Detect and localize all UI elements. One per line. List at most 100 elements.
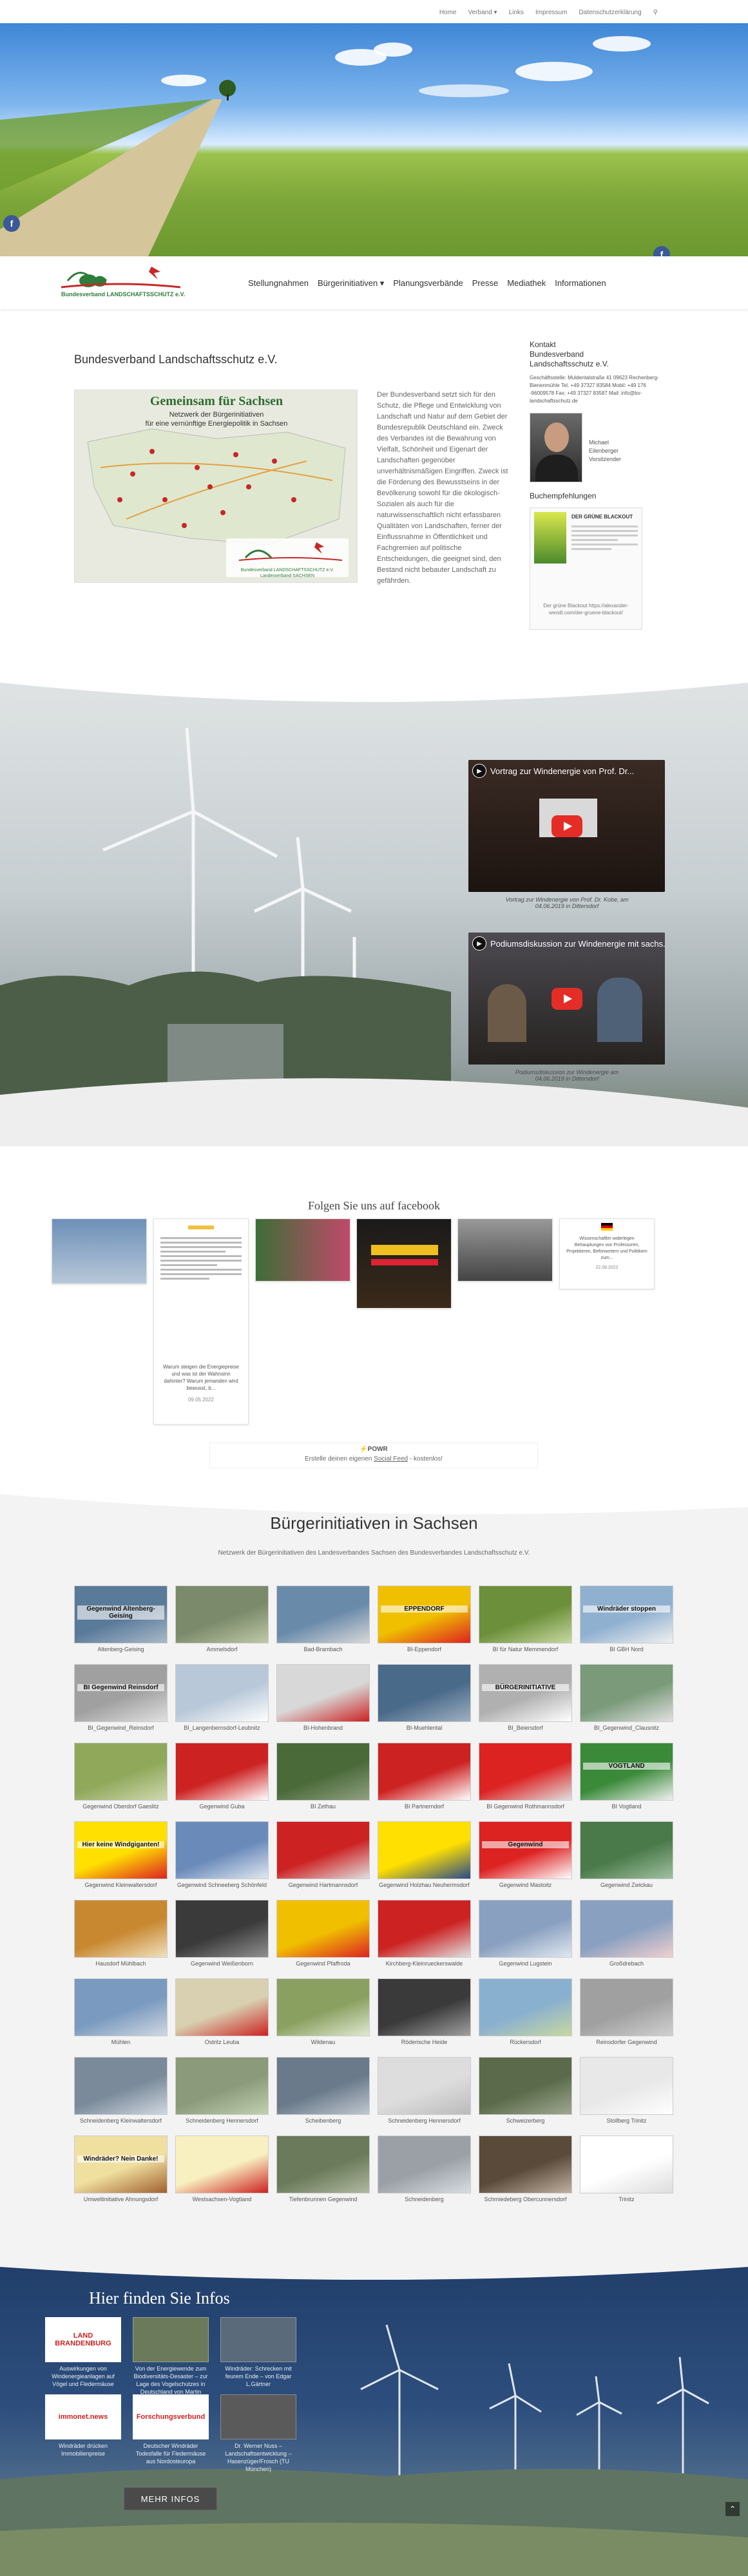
bi-caption[interactable]: Gegenwind Oberdorf Gaeslitz <box>82 1803 159 1810</box>
bi-caption[interactable]: Ammelsdorf <box>206 1646 237 1653</box>
search-icon[interactable]: ⚲ <box>653 9 658 16</box>
menu-informationen[interactable]: Informationen <box>555 278 606 289</box>
bi-card[interactable]: Reinsdorfer Gegenwind <box>580 1978 673 2050</box>
bi-card[interactable]: Röderische Heide <box>378 1978 471 2050</box>
bi-card[interactable]: Rückersdorf <box>479 1978 572 2050</box>
bi-card[interactable]: Wildenau <box>276 1978 370 2050</box>
bi-card[interactable]: BI Zethau <box>276 1743 370 1815</box>
powr-logo[interactable]: ⚡POWR <box>210 1446 537 1453</box>
mehr-infos-button[interactable]: MEHR INFOS <box>124 2487 217 2510</box>
bi-card[interactable]: Schneidenberg Hennersdorf <box>378 2057 471 2129</box>
bi-caption[interactable]: Reinsdorfer Gegenwind <box>596 2039 657 2045</box>
bi-caption[interactable]: Westsachsen-Vogtland <box>193 2196 252 2202</box>
bi-caption[interactable]: BI_Beiersdorf <box>508 1725 543 1731</box>
bi-caption[interactable]: Hausdorf Mühlbach <box>95 1960 146 1967</box>
info-item[interactable]: Forschungsverbund Deutscher Windräder Tod… <box>133 2394 209 2465</box>
bi-caption[interactable]: BI-Hohenbrand <box>303 1725 343 1731</box>
menu-mediathek[interactable]: Mediathek <box>507 278 546 289</box>
bi-card[interactable]: BI-Muehlental <box>378 1664 471 1736</box>
bi-caption[interactable]: BI Vogtland <box>611 1803 641 1810</box>
info-item[interactable]: LAND BRANDENBURG Auswirkungen von Windene… <box>45 2317 121 2388</box>
bi-caption[interactable]: Umweltinitiative Ahnungsdorf <box>84 2196 158 2202</box>
bi-card[interactable]: Windräder stoppen BI GBH Nord <box>580 1586 673 1658</box>
bi-caption[interactable]: Gegenwind Weißenborn <box>191 1960 253 1967</box>
bi-card[interactable]: Hier keine Windgiganten! Gegenwind Kleinw… <box>74 1821 168 1893</box>
bi-caption[interactable]: BI_Gegenwind_Reinsdorf <box>88 1725 154 1731</box>
scroll-top-button[interactable]: ⌃ <box>725 2502 740 2516</box>
topnav-impressum[interactable]: Impressum <box>535 9 567 16</box>
bi-caption[interactable]: BI_Gegenwind_Clausnitz <box>594 1725 659 1731</box>
bi-caption[interactable]: Gegenwind Kleinwaltersdorf <box>84 1882 157 1888</box>
bi-card[interactable]: BI Gegenwind Rothmannsdorf <box>479 1743 572 1815</box>
bi-caption[interactable]: Röderische Heide <box>401 2039 448 2045</box>
play-button-icon[interactable] <box>551 987 582 1010</box>
book-card[interactable]: DER GRÜNE BLACKOUT Der grüne Blackout ht… <box>530 507 642 630</box>
book-caption[interactable]: Der grüne Blackout https://alexander-wen… <box>534 602 638 616</box>
bi-card[interactable]: Windräder? Nein Danke! Umweltinitiative A… <box>74 2136 168 2208</box>
bi-caption[interactable]: Tiefenbrunnen Gegenwind <box>289 2196 358 2202</box>
bi-caption[interactable]: Gegenwind Mastoitz <box>499 1882 552 1888</box>
bi-card[interactable]: Gegenwind Hartmannsdorf <box>276 1821 370 1893</box>
bi-card[interactable]: VOGTLAND BI Vogtland <box>580 1743 673 1815</box>
bi-card[interactable]: BI-Hohenbrand <box>276 1664 370 1736</box>
bi-caption[interactable]: BI-Muehlental <box>407 1725 443 1731</box>
bi-card[interactable]: EPPENDORF BI-Eppendorf <box>378 1586 471 1658</box>
bi-card[interactable]: Gegenwind Pfaffroda <box>276 1900 370 1972</box>
info-item[interactable]: Von der Energiewende zum Biodiversitäts-… <box>133 2317 209 2403</box>
fb-post[interactable] <box>356 1218 452 1309</box>
video-player-1[interactable]: ▶ Vortrag zur Windenergie von Prof. Dr..… <box>468 760 665 892</box>
bi-caption[interactable]: BI GBH Nord <box>609 1646 644 1653</box>
bi-card[interactable]: Gegenwind Gegenwind Mastoitz <box>479 1821 572 1893</box>
video-player-2[interactable]: ▶ Podiumsdiskussion zur Windenergie mit … <box>468 933 665 1065</box>
menu-presse[interactable]: Presse <box>472 278 498 289</box>
bi-card[interactable]: Mühlen <box>74 1978 168 2050</box>
bi-caption[interactable]: Schmiedeberg Obercunnersdorf <box>484 2196 566 2202</box>
bi-card[interactable]: Schneidenberg Kleinwaltersdorf <box>74 2057 168 2129</box>
bi-card[interactable]: BI Partnerndorf <box>378 1743 471 1815</box>
bi-caption[interactable]: Wildenau <box>311 2039 336 2045</box>
bi-card[interactable]: Gegenwind Lugstein <box>479 1900 572 1972</box>
bi-caption[interactable]: Altenberg-Geising <box>97 1646 144 1653</box>
bi-card[interactable]: Schmiedeberg Obercunnersdorf <box>479 2136 572 2208</box>
bi-card[interactable]: Ammelsdorf <box>175 1586 269 1658</box>
bi-card[interactable]: Gegenwind Altenberg-Geising Altenberg-Gei… <box>74 1586 168 1658</box>
powr-link[interactable]: Social Feed <box>374 1455 408 1463</box>
bi-card[interactable]: Gegenwind Schneeberg Schönfeld <box>175 1821 269 1893</box>
bi-caption[interactable]: Gegenwind Pfaffroda <box>296 1960 350 1967</box>
bi-card[interactable]: Trinitz <box>580 2136 673 2208</box>
bi-caption[interactable]: Kirchberg-Kleinrueckerswalde <box>386 1960 463 1967</box>
bi-card[interactable]: Gegenwind Holzhau Neuhermsdorf <box>378 1821 471 1893</box>
fb-post[interactable]: Wissenschaftler widerlegen Behauptungen … <box>559 1218 655 1289</box>
bi-caption[interactable]: Scheibenberg <box>305 2117 341 2124</box>
topnav-links[interactable]: Links <box>509 9 524 16</box>
topnav-datenschutz[interactable]: Datenschutzerklärung <box>579 9 641 16</box>
bi-card[interactable]: BI_Langenbernsdorf-Leubnitz <box>175 1664 269 1736</box>
fb-post[interactable]: Warum steigen die Energiepreise und was … <box>153 1218 249 1425</box>
fb-post[interactable] <box>457 1218 553 1282</box>
bi-card[interactable]: BÜRGERINITIATIVE BI_Beiersdorf <box>479 1664 572 1736</box>
bi-caption[interactable]: BI-Eppendorf <box>407 1646 441 1653</box>
bi-card[interactable]: BI_Gegenwind_Clausnitz <box>580 1664 673 1736</box>
bi-card[interactable]: Gegenwind Guba <box>175 1743 269 1815</box>
bi-caption[interactable]: Bad-Brambach <box>303 1646 342 1653</box>
bi-card[interactable]: Tiefenbrunnen Gegenwind <box>276 2136 370 2208</box>
bi-caption[interactable]: Schneidenberg Hennersdorf <box>388 2117 461 2124</box>
bi-caption[interactable]: Trinitz <box>619 2196 634 2202</box>
bi-caption[interactable]: Gegenwind Holzhau Neuhermsdorf <box>379 1882 470 1888</box>
bi-caption[interactable]: Gegenwind Schneeberg Schönfeld <box>177 1882 267 1888</box>
bi-card[interactable]: Gegenwind Zwickau <box>580 1821 673 1893</box>
bi-card[interactable]: Ostritz Leuba <box>175 1978 269 2050</box>
site-logo[interactable]: Bundesverband LANDSCHAFTSSCHUTZ e.V. <box>55 261 185 304</box>
facebook-icon[interactable]: f <box>3 215 20 232</box>
bi-caption[interactable]: BI Partnerndorf <box>405 1803 444 1810</box>
bi-caption[interactable]: Gegenwind Lugstein <box>499 1960 551 1967</box>
bi-caption[interactable]: BI_Langenbernsdorf-Leubnitz <box>184 1725 260 1731</box>
menu-buergerinitiativen[interactable]: Bürgerinitiativen ▾ <box>318 278 384 289</box>
topnav-home[interactable]: Home <box>439 9 457 16</box>
bi-caption[interactable]: Ostritz Leuba <box>205 2039 240 2045</box>
bi-caption[interactable]: Gegenwind Zwickau <box>600 1882 653 1888</box>
bi-caption[interactable]: Gegenwind Hartmannsdorf <box>289 1882 358 1888</box>
bi-card[interactable]: Schweizerberg <box>479 2057 572 2129</box>
bi-card[interactable]: Kirchberg-Kleinrueckerswalde <box>378 1900 471 1972</box>
bi-caption[interactable]: BI für Natur Memmendorf <box>493 1646 559 1653</box>
